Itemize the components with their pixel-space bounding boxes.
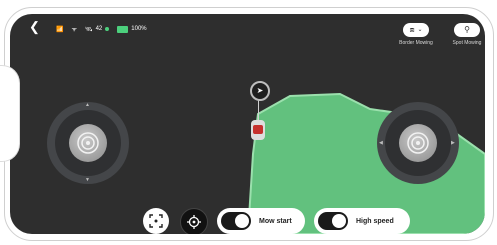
right-joystick[interactable]: ◀ ▶ <box>377 102 459 184</box>
battery-status: 100% <box>117 25 147 33</box>
wifi-icon: ᯤ <box>71 27 77 33</box>
chevron-down-icon: ⌄ <box>417 27 423 33</box>
satellite-count: 42 <box>95 26 103 32</box>
gnss-status-dot <box>105 27 110 31</box>
navigation-arrow-icon: ➤ <box>256 86 264 95</box>
border-mowing-label: Border Mowing <box>399 40 433 46</box>
border-mowing-mode[interactable]: ⧈ ⌄ Border Mowing <box>393 23 439 46</box>
fingerprint-icon <box>77 132 99 154</box>
spot-mowing-icon: ⚲ <box>464 25 470 34</box>
left-arrow-icon: ◀ <box>379 140 383 146</box>
spot-mowing-label: Spot Mowing <box>452 40 482 46</box>
expand-frame-icon <box>149 214 163 228</box>
spot-mowing-mode[interactable]: ⚲ Spot Mowing <box>446 23 488 46</box>
crosshair-icon <box>187 215 201 229</box>
down-arrow-icon: ▼ <box>85 177 90 183</box>
high-speed-label: High speed <box>356 217 394 225</box>
mower-position-marker[interactable]: ➤ <box>250 81 270 101</box>
left-joystick[interactable]: ▲ ▼ <box>47 102 129 184</box>
left-joystick-knob[interactable] <box>69 124 107 162</box>
mower-control-screen: ➤ ▲ ▼ ◀ ▶ Mow start High speed <box>10 14 485 234</box>
mow-start-label: Mow start <box>259 217 292 225</box>
high-speed-toggle[interactable]: High speed <box>314 208 410 234</box>
up-arrow-icon: ▲ <box>85 102 90 108</box>
battery-percent: 100% <box>131 26 147 32</box>
phone-notch <box>0 65 20 162</box>
battery-icon <box>117 25 129 33</box>
mow-start-switch[interactable] <box>221 212 251 230</box>
right-joystick-knob[interactable] <box>399 124 437 162</box>
right-arrow-icon: ▶ <box>451 140 455 146</box>
mower-path-line <box>258 100 259 122</box>
recenter-button[interactable] <box>143 208 169 234</box>
satellite-icon: 🛰 <box>84 26 93 33</box>
spot-mowing-button[interactable]: ⚲ <box>454 23 480 37</box>
high-speed-switch[interactable] <box>318 212 348 230</box>
mow-start-toggle[interactable]: Mow start <box>217 208 305 234</box>
locate-button[interactable] <box>180 208 208 234</box>
status-bar: 📶 ᯤ 🛰 42 100% <box>56 23 147 35</box>
border-mowing-button[interactable]: ⧈ ⌄ <box>403 23 429 37</box>
border-mowing-icon: ⧈ <box>409 25 415 34</box>
signal-icon: 📶 <box>56 26 64 33</box>
mower-robot-icon <box>251 120 265 140</box>
back-button[interactable]: ❮ <box>29 19 43 35</box>
fingerprint-icon <box>407 132 429 154</box>
satellite-status: 🛰 42 <box>84 26 110 33</box>
